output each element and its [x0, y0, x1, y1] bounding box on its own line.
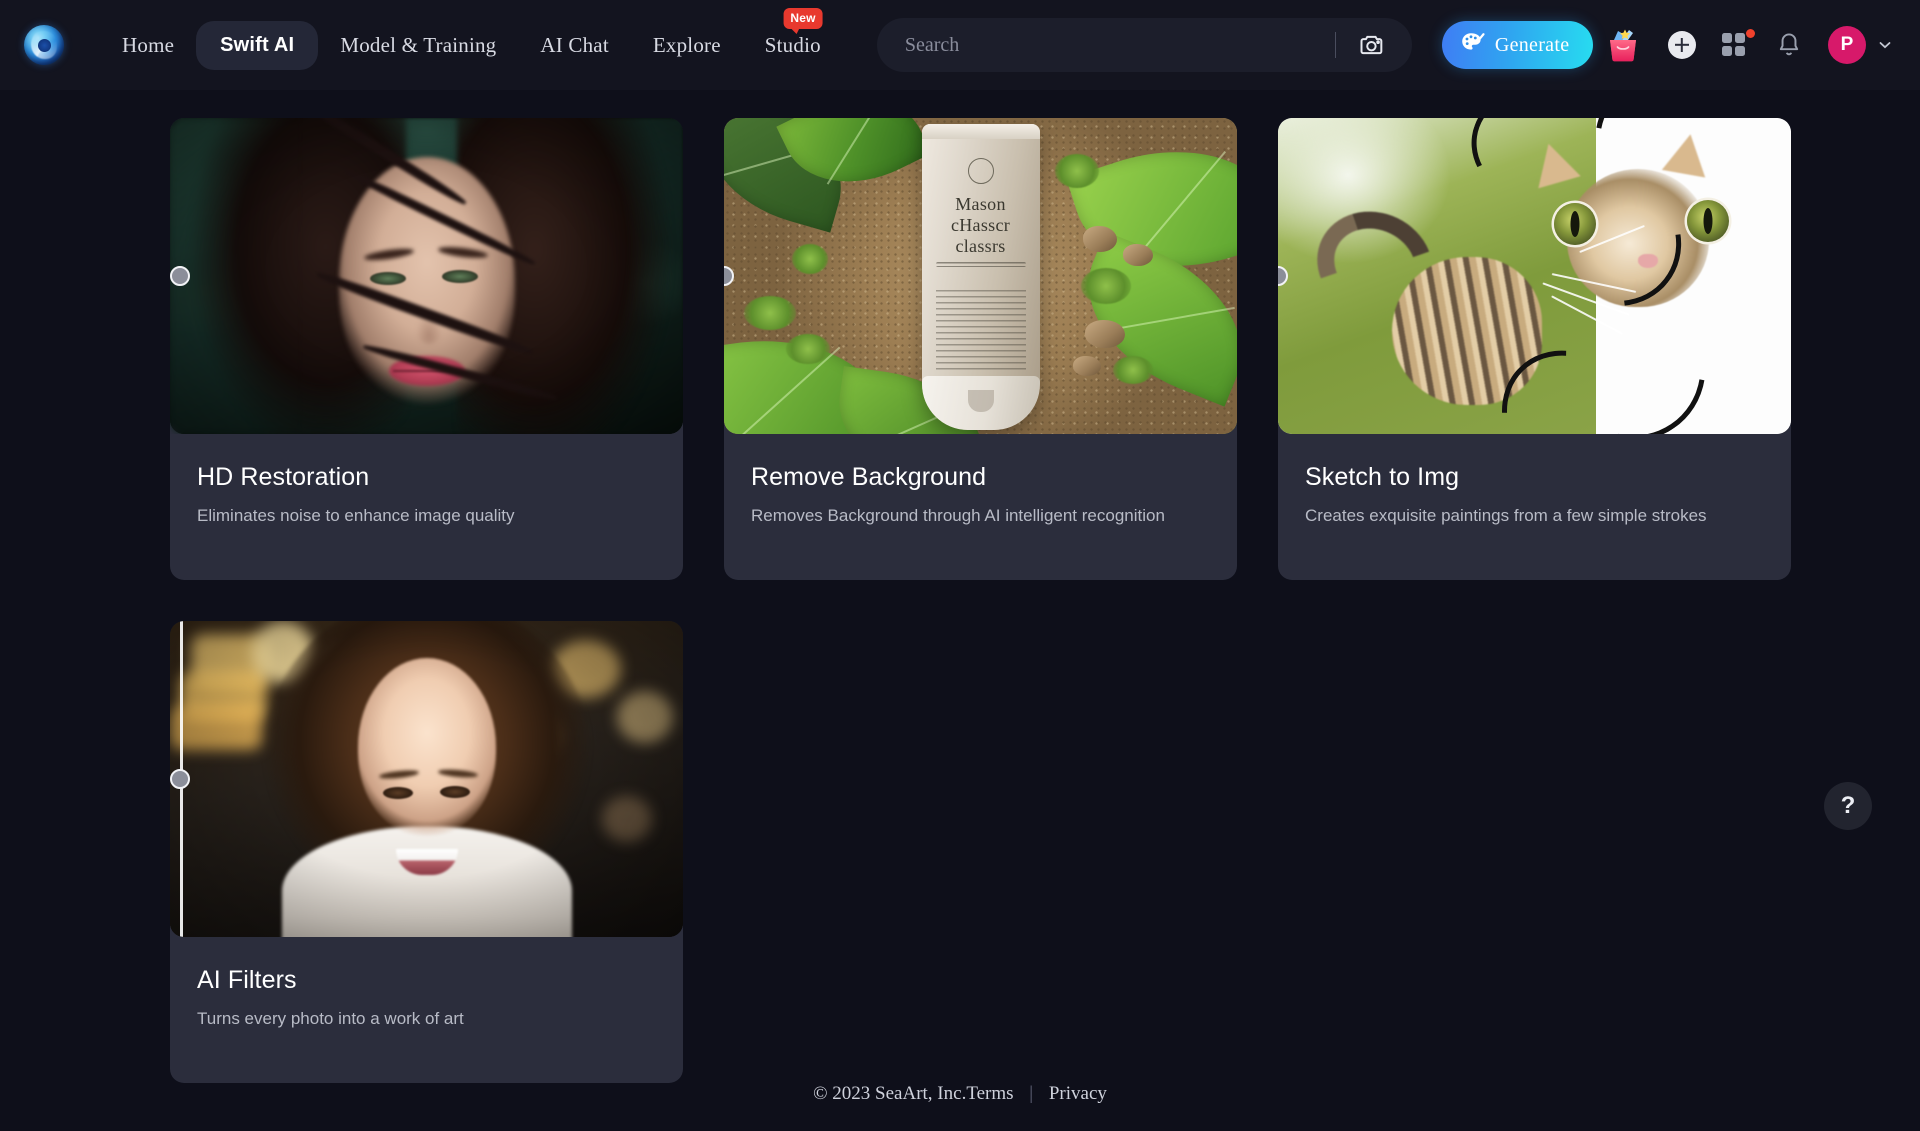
card-body: AI Filters Turns every photo into a work… — [170, 937, 683, 1029]
girl-portrait-artwork — [170, 621, 683, 937]
card-title: Sketch to Img — [1305, 463, 1460, 491]
tool-card-ai-filters[interactable]: AI Filters Turns every photo into a work… — [170, 621, 683, 1083]
notification-bell-icon[interactable] — [1776, 31, 1802, 59]
nav-label: AI Chat — [540, 32, 609, 57]
nav-item-studio[interactable]: New Studio — [743, 7, 843, 69]
studio-new-badge: New — [783, 7, 823, 34]
header-actions: P — [1604, 26, 1898, 64]
camera-icon[interactable] — [1358, 31, 1386, 59]
generate-button-label: Generate — [1494, 33, 1570, 56]
plus-circle-icon[interactable] — [1668, 31, 1696, 59]
comparison-slider-handle[interactable] — [170, 266, 191, 286]
nav-item-explore[interactable]: Explore — [631, 22, 743, 69]
main-navigation: Home Swift AI Model & Training AI Chat E… — [100, 7, 843, 70]
footer-separator: | — [1029, 1083, 1034, 1104]
nav-item-home[interactable]: Home — [100, 22, 196, 69]
nav-item-model-training[interactable]: Model & Training — [318, 22, 518, 69]
card-title: AI Filters — [197, 966, 297, 994]
tool-card-hd-restoration[interactable]: HD Restoration Eliminates noise to enhan… — [170, 118, 683, 580]
card-body: Sketch to Img Creates exquisite painting… — [1278, 434, 1791, 526]
card-description: Turns every photo into a work of art — [197, 1009, 464, 1028]
card-description: Creates exquisite paintings from a few s… — [1305, 506, 1707, 525]
nav-item-ai-chat[interactable]: AI Chat — [518, 22, 630, 69]
nav-label: Home — [122, 32, 175, 57]
card-body: HD Restoration Eliminates noise to enhan… — [170, 434, 683, 526]
portrait-artwork — [170, 118, 683, 434]
seaart-logo-icon[interactable] — [24, 25, 64, 65]
tool-card-remove-background[interactable]: Mason cHasscr classrs Remove Background Re… — [724, 118, 1237, 580]
card-title: Remove Background — [751, 463, 987, 491]
top-header: Home Swift AI Model & Training AI Chat E… — [0, 0, 1920, 90]
card-description: Eliminates noise to enhance image qualit… — [197, 506, 515, 525]
main-content: HD Restoration Eliminates noise to enhan… — [0, 90, 1920, 1131]
search-bar[interactable] — [876, 18, 1412, 72]
card-media-portrait[interactable] — [170, 118, 683, 434]
nav-label: Model & Training — [340, 32, 497, 57]
gift-bag-icon[interactable] — [1604, 26, 1642, 64]
tool-card-grid: HD Restoration Eliminates noise to enhan… — [0, 118, 1920, 580]
footer: © 2023 SeaArt, Inc.Terms | Privacy — [0, 1083, 1920, 1105]
help-button[interactable]: ? — [1824, 782, 1872, 830]
card-media-cat[interactable] — [1278, 118, 1791, 434]
generate-button[interactable]: Generate — [1441, 21, 1594, 69]
nav-label: Studio — [764, 32, 821, 57]
comparison-slider-handle[interactable] — [170, 769, 191, 789]
palette-brush-icon — [1460, 31, 1486, 60]
cat-sketch-artwork — [1278, 118, 1791, 434]
footer-privacy-link[interactable]: Privacy — [1049, 1083, 1107, 1104]
card-title: HD Restoration — [197, 463, 370, 491]
nav-item-swift-ai[interactable]: Swift AI — [196, 20, 319, 70]
user-avatar[interactable]: P — [1828, 26, 1866, 64]
chevron-down-icon[interactable] — [1878, 38, 1892, 52]
tool-card-grid-row-2: AI Filters Turns every photo into a work… — [0, 621, 1920, 1083]
apps-grid-icon[interactable] — [1722, 29, 1755, 57]
search-divider — [1334, 32, 1336, 58]
nav-label: Explore — [652, 32, 721, 57]
card-media-girl[interactable] — [170, 621, 683, 937]
card-description: Removes Background through AI intelligen… — [751, 506, 1165, 525]
tool-card-sketch-to-img[interactable]: Sketch to Img Creates exquisite painting… — [1278, 118, 1791, 580]
cosmetic-tube-artwork: Mason cHasscr classrs — [724, 118, 1237, 434]
card-body: Remove Background Removes Background thr… — [724, 434, 1237, 526]
apps-notification-dot — [1746, 29, 1755, 38]
card-media-tube[interactable]: Mason cHasscr classrs — [724, 118, 1237, 434]
nav-label: Swift AI — [220, 33, 295, 56]
search-input[interactable] — [904, 33, 1331, 57]
footer-terms-link[interactable]: © 2023 SeaArt, Inc.Terms — [813, 1083, 1013, 1104]
